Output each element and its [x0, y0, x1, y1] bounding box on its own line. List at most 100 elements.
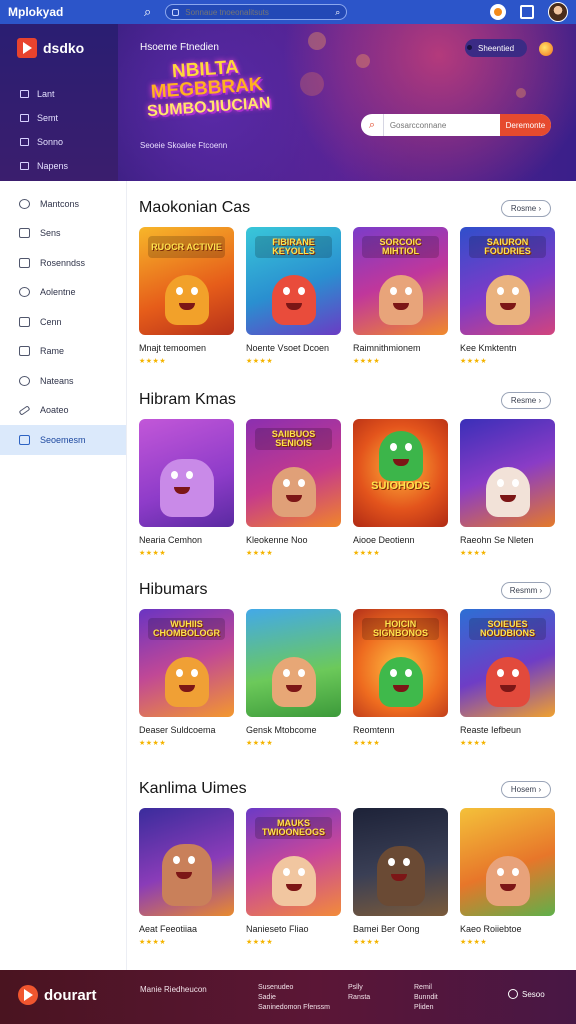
- game-name[interactable]: Aeat Feeotiiaa: [139, 924, 234, 934]
- game-card[interactable]: SAIURON FOUDRIES Kee Kmktentn ★★★★: [460, 227, 555, 365]
- hero-search: ⌕ Deremonte: [361, 114, 551, 136]
- sidebar-item-rame[interactable]: Rame: [0, 337, 126, 367]
- game-name[interactable]: Noente Vsoet Dcoen: [246, 343, 341, 353]
- game-card[interactable]: SUIOHODS Aiooe Deotienn ★★★★: [353, 419, 448, 557]
- game-thumbnail[interactable]: SOIEUES NOUDBIONS: [460, 609, 555, 717]
- see-more-button[interactable]: Resmm ›: [501, 581, 551, 599]
- game-thumbnail[interactable]: HOICIN SIGNBONOS: [353, 609, 448, 717]
- search-icon[interactable]: ⌕: [335, 7, 340, 18]
- game-name[interactable]: Bamei Ber Oong: [353, 924, 448, 934]
- game-thumbnail[interactable]: WUHIIS CHOMBOLOGR: [139, 609, 234, 717]
- game-card[interactable]: Aeat Feeotiiaa ★★★★: [139, 808, 234, 946]
- sidebar-item-nateans[interactable]: Nateans: [0, 366, 126, 396]
- footer-link[interactable]: Susenudeo: [258, 983, 330, 993]
- sidebar-logo[interactable]: dsdko: [0, 24, 118, 58]
- game-card[interactable]: SORCOIC MIHTIOL Raimnithmionem ★★★★: [353, 227, 448, 365]
- top-search-box[interactable]: ⌕: [165, 4, 348, 20]
- game-character-image: [378, 431, 423, 481]
- sidebar-item-sonno[interactable]: Sonno: [0, 130, 118, 154]
- footer-column: Susenudeo Sadie Saninedomon Ffenssm: [258, 983, 330, 1013]
- rating-stars: ★★★★: [246, 550, 274, 557]
- game-name[interactable]: Reaste Iefbeun: [460, 725, 555, 735]
- rating-stars: ★★★★: [139, 358, 167, 365]
- hero-search-button[interactable]: Deremonte: [499, 114, 551, 136]
- game-card[interactable]: WUHIIS CHOMBOLOGR Deaser Suldcoema ★★★★: [139, 609, 234, 747]
- game-card[interactable]: Nearia Cemhon ★★★★: [139, 419, 234, 557]
- footer-contact[interactable]: Sesoo: [508, 989, 545, 999]
- game-card[interactable]: SAIIBUOS SENIOIS Kleokenne Noo ★★★★: [246, 419, 341, 557]
- game-thumbnail[interactable]: [460, 808, 555, 916]
- sidebar-item-lant[interactable]: Lant: [0, 82, 118, 106]
- sidebar-item-napens[interactable]: Napens: [0, 154, 118, 178]
- see-more-button[interactable]: Hosem ›: [501, 780, 551, 798]
- game-name[interactable]: Aiooe Deotienn: [353, 535, 448, 545]
- search-icon[interactable]: ⌕: [144, 4, 151, 20]
- game-name[interactable]: Deaser Suldcoema: [139, 725, 234, 735]
- brand-name[interactable]: Mplokyad: [8, 5, 128, 19]
- game-thumbnail[interactable]: [460, 419, 555, 527]
- game-card[interactable]: Raeohn Se Nleten ★★★★: [460, 419, 555, 557]
- game-name[interactable]: Raeohn Se Nleten: [460, 535, 555, 545]
- search-icon[interactable]: ⌕: [361, 114, 384, 136]
- game-card[interactable]: FIBIRANE KEYOLLS Noente Vsoet Dcoen ★★★★: [246, 227, 341, 365]
- game-name[interactable]: Raimnithmionem: [353, 343, 448, 353]
- footer-link[interactable]: Saninedomon Ffenssm: [258, 1003, 330, 1013]
- see-more-button[interactable]: Resme ›: [501, 391, 551, 409]
- sidebar-item-label: Semt: [37, 113, 59, 123]
- footer-logo[interactable]: dourart: [18, 985, 97, 1005]
- game-thumbnail[interactable]: [139, 419, 234, 527]
- game-card[interactable]: SOIEUES NOUDBIONS Reaste Iefbeun ★★★★: [460, 609, 555, 747]
- list-icon: [20, 90, 29, 98]
- game-card[interactable]: MAUKS TWIOONEOGS Nanieseto Fliao ★★★★: [246, 808, 341, 946]
- game-thumbnail[interactable]: SAIIBUOS SENIOIS: [246, 419, 341, 527]
- game-thumbnail[interactable]: FIBIRANE KEYOLLS: [246, 227, 341, 335]
- hero-chip[interactable]: Sheentied: [465, 39, 527, 57]
- game-thumbnail[interactable]: [353, 808, 448, 916]
- game-character-image: [485, 657, 530, 707]
- footer-link[interactable]: Ransta: [348, 993, 370, 1003]
- avatar[interactable]: [548, 2, 568, 22]
- sidebar-item-seoemesm[interactable]: Seoemesm: [0, 425, 126, 455]
- game-thumbnail[interactable]: RUOCR ACTIVIE: [139, 227, 234, 335]
- game-name[interactable]: Kleokenne Noo: [246, 535, 341, 545]
- hero-search-input[interactable]: [383, 114, 500, 136]
- footer-link[interactable]: Pslly: [348, 983, 370, 993]
- game-name[interactable]: Mnajt temoomen: [139, 343, 234, 353]
- game-card[interactable]: Gensk Mtobcome ★★★★: [246, 609, 341, 747]
- game-name[interactable]: Gensk Mtobcome: [246, 725, 341, 735]
- sidebar-item-sens[interactable]: Sens: [0, 219, 126, 249]
- game-name[interactable]: Kaeo Roiiebtoe: [460, 924, 555, 934]
- rating-stars: ★★★★: [246, 740, 274, 747]
- coin-icon[interactable]: [539, 42, 553, 56]
- notification-icon[interactable]: [490, 4, 506, 20]
- footer-link[interactable]: Sadie: [258, 993, 330, 1003]
- section-header: Maokonian Cas Rosme ›: [139, 198, 551, 218]
- game-thumbnail[interactable]: [139, 808, 234, 916]
- see-more-button[interactable]: Rosme ›: [501, 199, 551, 217]
- game-card[interactable]: Bamei Ber Oong ★★★★: [353, 808, 448, 946]
- cart-icon[interactable]: [520, 5, 534, 19]
- game-thumbnail[interactable]: SUIOHODS: [353, 419, 448, 527]
- game-thumbnail[interactable]: SAIURON FOUDRIES: [460, 227, 555, 335]
- game-thumbnail[interactable]: SORCOIC MIHTIOL: [353, 227, 448, 335]
- game-name[interactable]: Nanieseto Fliao: [246, 924, 341, 934]
- game-name[interactable]: Reomtenn: [353, 725, 448, 735]
- sidebar-item-aolentne[interactable]: Aolentne: [0, 278, 126, 308]
- footer-link[interactable]: Pliden: [414, 1003, 438, 1013]
- sidebar-item-semt[interactable]: Semt: [0, 106, 118, 130]
- game-name[interactable]: Nearia Cemhon: [139, 535, 234, 545]
- footer-link[interactable]: Bunndit: [414, 993, 438, 1003]
- game-thumbnail[interactable]: MAUKS TWIOONEOGS: [246, 808, 341, 916]
- game-thumbnail[interactable]: [246, 609, 341, 717]
- game-card[interactable]: Kaeo Roiiebtoe ★★★★: [460, 808, 555, 946]
- game-card[interactable]: HOICIN SIGNBONOS Reomtenn ★★★★: [353, 609, 448, 747]
- sidebar-item-aoateo[interactable]: Aoateo: [0, 396, 126, 426]
- sidebar-item-rosenndss[interactable]: Rosenndss: [0, 248, 126, 278]
- footer-link[interactable]: Manie Riedheucon: [140, 985, 207, 995]
- game-name[interactable]: Kee Kmktentn: [460, 343, 555, 353]
- game-card[interactable]: RUOCR ACTIVIE Mnajt temoomen ★★★★: [139, 227, 234, 365]
- top-search-input[interactable]: [185, 7, 336, 17]
- sidebar-item-cenn[interactable]: Cenn: [0, 307, 126, 337]
- sidebar-item-mantcons[interactable]: Mantcons: [0, 189, 126, 219]
- footer-link[interactable]: Remil: [414, 983, 438, 993]
